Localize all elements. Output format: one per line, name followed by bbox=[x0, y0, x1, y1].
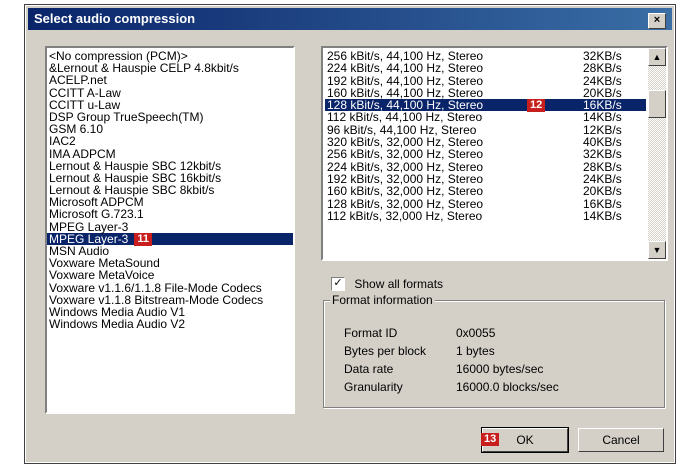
format-row[interactable]: 160 kBit/s, 32,000 Hz, Stereo 20KB/s bbox=[325, 184, 646, 199]
ok-label: OK bbox=[516, 433, 534, 447]
format-row[interactable]: 128 kBit/s, 32,000 Hz, Stereo 16KB/s bbox=[325, 196, 646, 211]
format-rate: 16KB/s bbox=[583, 196, 622, 211]
format-list[interactable]: 256 kBit/s, 44,100 Hz, Stereo 32KB/s 224 k… bbox=[321, 46, 668, 261]
codec-badge: 11 bbox=[134, 233, 152, 247]
format-name: 112 kBit/s, 32,000 Hz, Stereo bbox=[327, 208, 483, 223]
select-audio-compression-dialog: Select audio compression × <No compressi… bbox=[24, 4, 676, 464]
ok-button[interactable]: 13 OK bbox=[481, 427, 569, 453]
codec-item[interactable]: Windows Media Audio V2 bbox=[47, 318, 293, 330]
checkmark-icon: ✓ bbox=[333, 276, 343, 289]
format-badge: 12 bbox=[527, 99, 546, 113]
format-rate: 14KB/s bbox=[583, 110, 622, 125]
format-row[interactable]: 256 kBit/s, 32,000 Hz, Stereo 32KB/s bbox=[325, 147, 646, 162]
format-name: 128 kBit/s, 32,000 Hz, Stereo bbox=[327, 196, 484, 211]
format-rows: 256 kBit/s, 44,100 Hz, Stereo 32KB/s 224 k… bbox=[325, 50, 646, 222]
format-info-value: 16000 bytes/sec bbox=[456, 362, 544, 376]
scroll-down-button[interactable]: ▼ bbox=[648, 241, 666, 259]
format-row[interactable]: 112 kBit/s, 44,100 Hz, Stereo 14KB/s bbox=[325, 110, 646, 125]
format-information-title: Format information bbox=[330, 293, 435, 307]
format-row[interactable]: 224 kBit/s, 44,100 Hz, Stereo 28KB/s bbox=[325, 61, 646, 76]
format-info-value: 0x0055 bbox=[456, 326, 496, 340]
arrow-up-icon: ▲ bbox=[652, 52, 662, 62]
format-info-value: 1 bytes bbox=[456, 344, 495, 358]
format-rate: 20KB/s bbox=[583, 184, 622, 199]
codec-item[interactable]: GSM 6.10 bbox=[47, 123, 293, 135]
show-all-formats-option[interactable]: ✓ Show all formats bbox=[331, 276, 443, 291]
format-row[interactable]: 112 kBit/s, 32,000 Hz, Stereo 14KB/s bbox=[325, 208, 646, 223]
ok-badge: 13 bbox=[481, 433, 500, 446]
codec-list[interactable]: <No compression (PCM)> &Lernout & Hauspie… bbox=[45, 46, 295, 414]
format-info-label: Bytes per block bbox=[344, 344, 427, 358]
format-rate: 32KB/s bbox=[583, 147, 622, 162]
window-title: Select audio compression bbox=[34, 11, 196, 26]
format-scrollbar[interactable]: ▲ ▼ bbox=[648, 48, 666, 259]
format-name: 256 kBit/s, 32,000 Hz, Stereo bbox=[327, 147, 484, 162]
cancel-button[interactable]: Cancel bbox=[578, 428, 664, 452]
cancel-label: Cancel bbox=[602, 433, 640, 447]
show-all-formats-label: Show all formats bbox=[354, 276, 444, 291]
format-name: 112 kBit/s, 44,100 Hz, Stereo bbox=[327, 110, 483, 125]
scroll-up-button[interactable]: ▲ bbox=[648, 48, 666, 66]
title-bar[interactable]: Select audio compression × bbox=[28, 8, 672, 30]
format-info-label: Format ID bbox=[344, 326, 398, 340]
format-info-label: Data rate bbox=[344, 362, 394, 376]
show-all-formats-checkbox[interactable]: ✓ bbox=[331, 276, 345, 291]
format-rate: 14KB/s bbox=[583, 208, 622, 223]
format-information-group: Format information Format ID 0x0055 Bytes … bbox=[323, 293, 665, 408]
arrow-down-icon: ▼ bbox=[652, 245, 662, 255]
close-button[interactable]: × bbox=[648, 13, 666, 29]
format-name: 224 kBit/s, 44,100 Hz, Stereo bbox=[327, 61, 484, 76]
scroll-thumb[interactable] bbox=[648, 90, 666, 118]
format-name: 160 kBit/s, 32,000 Hz, Stereo bbox=[327, 184, 484, 199]
format-rate: 28KB/s bbox=[583, 61, 622, 76]
format-info-value: 16000.0 blocks/sec bbox=[456, 380, 559, 394]
codec-item-label: Windows Media Audio V2 bbox=[49, 317, 186, 332]
format-info-label: Granularity bbox=[344, 380, 403, 394]
